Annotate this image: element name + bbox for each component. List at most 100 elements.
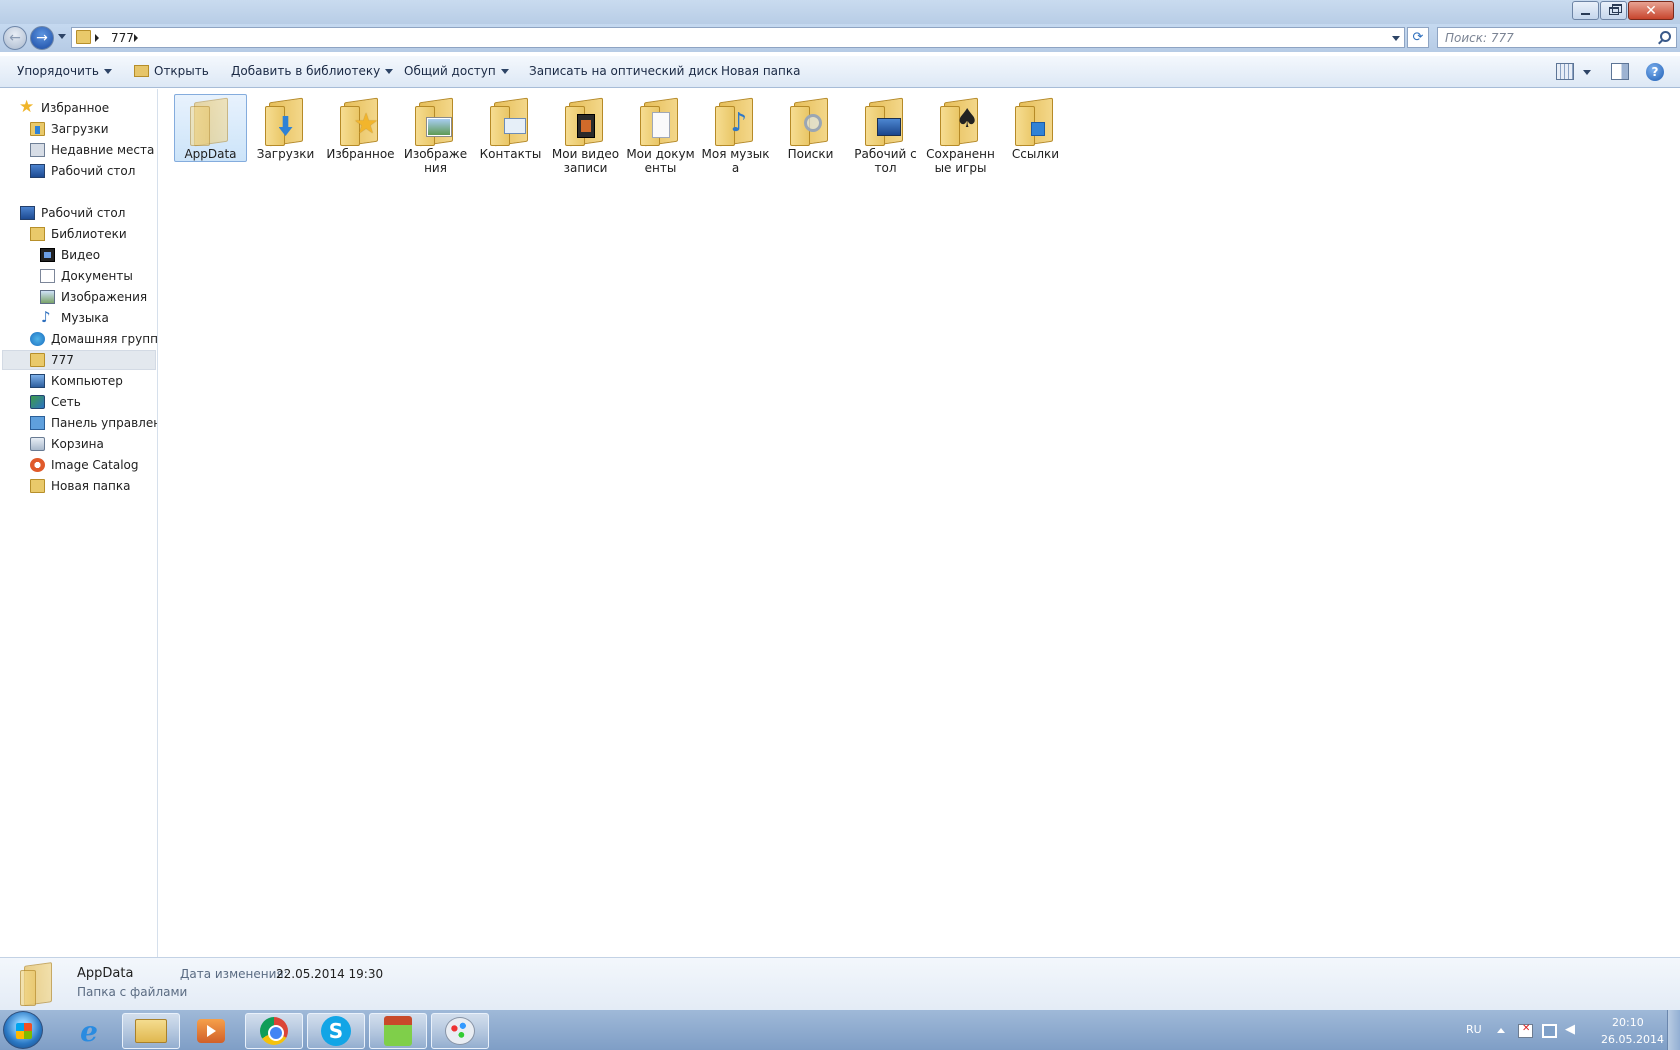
sidebar-item-desktop[interactable]: Рабочий стол: [20, 203, 125, 223]
sidebar-item-recent-places[interactable]: Недавние места: [30, 140, 154, 160]
breadcrumb-arrow-icon[interactable]: [134, 34, 138, 42]
sidebar-item-control-panel[interactable]: Панель управления: [30, 413, 157, 433]
sidebar-item-image-catalog[interactable]: Image Catalog: [30, 455, 138, 475]
sidebar-item-pictures[interactable]: Изображения: [40, 287, 147, 307]
details-modified-value[interactable]: 22.05.2014 19:30: [276, 967, 383, 981]
minimize-button[interactable]: [1572, 1, 1599, 20]
taskbar-game[interactable]: [369, 1013, 427, 1049]
preview-pane-icon[interactable]: [1611, 63, 1629, 80]
skype-icon: S: [321, 1016, 351, 1046]
details-modified-label: Дата изменения:: [180, 967, 288, 981]
open-button[interactable]: Открыть: [134, 64, 209, 78]
explorer-icon: [135, 1019, 167, 1043]
file-item-documents[interactable]: Мои документы: [624, 94, 697, 202]
file-item-desktop[interactable]: Рабочий стол: [849, 94, 922, 202]
show-hidden-icons-button[interactable]: [1497, 1028, 1505, 1033]
network-status-icon[interactable]: [1542, 1024, 1557, 1038]
sidebar-item-label: Избранное: [41, 101, 110, 115]
language-indicator[interactable]: RU: [1466, 1023, 1482, 1036]
help-icon[interactable]: ?: [1646, 63, 1664, 81]
music-folder-icon: ♪: [714, 97, 757, 147]
refresh-button[interactable]: ⟳: [1407, 27, 1429, 48]
downloads-folder-icon: [30, 122, 45, 136]
file-item-contacts[interactable]: Контакты: [474, 94, 547, 202]
sidebar-item-homegroup[interactable]: Домашняя группа: [30, 329, 157, 349]
search-input[interactable]: Поиск: 777: [1437, 27, 1677, 48]
volume-icon[interactable]: [1565, 1022, 1580, 1038]
file-item-saved-games[interactable]: ♠ Сохраненные игры: [924, 94, 997, 202]
details-name: AppData: [77, 966, 134, 981]
sidebar-item-video[interactable]: Видео: [40, 245, 100, 265]
breadcrumb-item[interactable]: 777: [111, 31, 134, 45]
recycle-bin-icon: [30, 437, 45, 451]
sidebar-item-desktop-fav[interactable]: Рабочий стол: [30, 161, 135, 181]
sidebar-item-recycle-bin[interactable]: Корзина: [30, 434, 104, 454]
share-button[interactable]: Общий доступ: [404, 64, 509, 78]
sidebar-item-label: Сеть: [51, 395, 81, 409]
address-bar[interactable]: 777: [71, 27, 1405, 48]
command-bar: Упорядочить Открыть Добавить в библиотек…: [0, 56, 1680, 88]
recent-pages-dropdown[interactable]: [58, 34, 66, 39]
pictures-library-icon: [40, 290, 55, 304]
file-list[interactable]: AppData Загрузки ★ Избранное Изображения…: [159, 89, 1680, 957]
ie-icon: e: [80, 1014, 98, 1048]
file-item-label: Мои документы: [626, 147, 695, 175]
file-item-links[interactable]: Ссылки: [999, 94, 1072, 202]
forward-button[interactable]: →: [30, 26, 54, 50]
chevron-down-icon: [500, 69, 509, 74]
maximize-button[interactable]: [1600, 1, 1627, 20]
change-view-icon[interactable]: [1556, 63, 1574, 80]
sidebar-item-downloads[interactable]: Загрузки: [30, 119, 109, 139]
clock-date[interactable]: 26.05.2014: [1601, 1033, 1664, 1046]
desktop-icon: [30, 164, 45, 178]
taskbar-ie[interactable]: e: [60, 1013, 118, 1049]
taskbar-media-player[interactable]: [182, 1013, 240, 1049]
close-button[interactable]: ✕: [1628, 1, 1674, 20]
sidebar-item-new-folder[interactable]: Новая папка: [30, 476, 130, 496]
add-to-library-button[interactable]: Добавить в библиотеку: [231, 64, 394, 78]
action-center-icon[interactable]: [1518, 1023, 1533, 1038]
sidebar-item-favorites[interactable]: Избранное: [19, 97, 110, 118]
sidebar-item-music[interactable]: Музыка: [40, 308, 109, 328]
address-row: ← → 777 ⟳ Поиск: 777: [0, 24, 1680, 52]
details-pane: AppData Папка с файлами Дата изменения: …: [0, 957, 1680, 1009]
clock-time[interactable]: 20:10: [1612, 1016, 1644, 1029]
taskbar-paint[interactable]: [431, 1013, 489, 1049]
libraries-icon: [30, 227, 45, 241]
file-item-appdata[interactable]: AppData: [174, 94, 247, 162]
open-label: Открыть: [154, 64, 209, 78]
search-icon[interactable]: [1660, 31, 1671, 42]
taskbar: e S RU 20:10 26.05.2014: [0, 1009, 1680, 1050]
sidebar-item-computer[interactable]: Компьютер: [30, 371, 123, 391]
taskbar-chrome[interactable]: [245, 1013, 303, 1049]
new-folder-button[interactable]: Новая папка: [721, 64, 800, 78]
sidebar-item-label: Панель управления: [51, 416, 157, 430]
file-item-pictures[interactable]: Изображения: [399, 94, 472, 202]
sidebar-item-label: Музыка: [61, 311, 109, 325]
start-button[interactable]: [3, 1011, 43, 1049]
file-item-label: Ссылки: [1011, 147, 1060, 161]
downloads-folder-icon: [264, 97, 307, 147]
sidebar-item-label: Рабочий стол: [41, 206, 126, 220]
file-item-searches[interactable]: Поиски: [774, 94, 847, 202]
view-dropdown[interactable]: [1583, 70, 1591, 75]
sidebar-item-label: Рабочий стол: [51, 164, 136, 178]
file-item-videos[interactable]: Мои видеозаписи: [549, 94, 622, 202]
organize-button[interactable]: Упорядочить: [17, 64, 112, 78]
burn-button[interactable]: Записать на оптический диск: [529, 64, 718, 78]
back-button[interactable]: ←: [3, 26, 27, 50]
file-item-favorites[interactable]: ★ Избранное: [324, 94, 397, 202]
sidebar-item-network[interactable]: Сеть: [30, 392, 81, 412]
title-bar: ✕: [0, 0, 1680, 24]
sidebar-item-libraries[interactable]: Библиотеки: [30, 224, 127, 244]
taskbar-skype[interactable]: S: [307, 1013, 365, 1049]
sidebar-item-documents[interactable]: Документы: [40, 266, 133, 286]
file-item-music[interactable]: ♪ Моя музыка: [699, 94, 772, 202]
address-dropdown[interactable]: [1392, 36, 1400, 41]
file-item-downloads[interactable]: Загрузки: [249, 94, 322, 202]
sidebar-item-777[interactable]: 777: [2, 350, 156, 370]
show-desktop-button[interactable]: [1667, 1010, 1680, 1050]
breadcrumb-arrow-icon[interactable]: [95, 34, 99, 42]
minimize-icon: [1581, 12, 1590, 15]
taskbar-explorer[interactable]: [122, 1013, 180, 1049]
